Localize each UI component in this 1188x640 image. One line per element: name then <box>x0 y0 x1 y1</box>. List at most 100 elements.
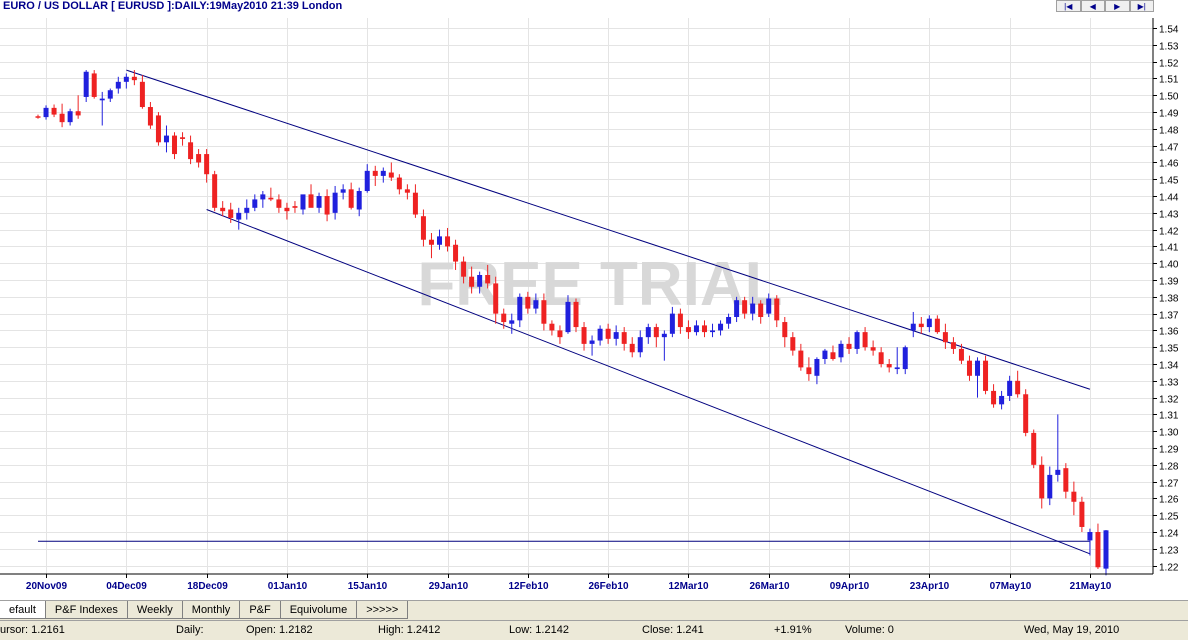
candle-body <box>991 390 997 405</box>
tab-pf[interactable]: P&F <box>240 601 281 619</box>
y-tick-label: 1.43 <box>1159 210 1179 221</box>
candle-body <box>645 327 651 338</box>
candle-body <box>774 298 780 321</box>
x-tick-label: 09Apr10 <box>830 581 870 592</box>
y-tick-label: 1.31 <box>1159 411 1179 422</box>
candle-body <box>766 298 772 314</box>
x-tick-label: 04Dec09 <box>106 581 147 592</box>
candle-body <box>324 196 330 215</box>
previous-page-button[interactable]: ◀ <box>1080 0 1105 12</box>
candle-body <box>814 358 820 376</box>
candle-body <box>999 395 1005 405</box>
candle-body <box>517 296 523 321</box>
candle-body <box>966 360 972 376</box>
candle-body <box>525 296 531 309</box>
candle-body <box>348 189 354 208</box>
y-tick-label: 1.37 <box>1159 311 1179 322</box>
candle-body <box>276 199 282 208</box>
cursor-value: ursor: 1.2161 <box>0 624 65 636</box>
candle-body <box>822 350 828 359</box>
candle-body <box>131 76 137 81</box>
tab-equivolume[interactable]: Equivolume <box>280 601 358 619</box>
candle-body <box>372 170 378 176</box>
candle-body <box>926 318 932 328</box>
candle-body <box>734 300 740 317</box>
x-tick-label: 20Nov09 <box>26 581 68 592</box>
candle-body <box>420 216 426 240</box>
candle-body <box>677 313 683 328</box>
tab-pf-indexes[interactable]: P&F Indexes <box>45 601 128 619</box>
candle-body <box>1071 491 1077 502</box>
candle-body <box>565 301 571 333</box>
candle-body <box>412 192 418 215</box>
period-label: Daily: <box>176 624 204 636</box>
candle-body <box>1103 530 1109 569</box>
tab-default[interactable]: efault <box>0 601 46 619</box>
date-value: Wed, May 19, 2010 <box>1024 624 1120 636</box>
tab-monthly[interactable]: Monthly <box>182 601 241 619</box>
candle-body <box>718 323 724 331</box>
candle-body <box>983 360 989 391</box>
candle-body <box>35 116 41 118</box>
candle-body <box>950 342 956 349</box>
y-tick-label: 1.53 <box>1159 42 1179 53</box>
y-tick-label: 1.41 <box>1159 243 1179 254</box>
y-tick-label: 1.49 <box>1159 109 1179 120</box>
x-tick-label: 15Jan10 <box>348 581 388 592</box>
candle-body <box>204 154 210 175</box>
x-tick-label: 23Apr10 <box>910 581 950 592</box>
candle-body <box>637 337 643 353</box>
candle-body <box>404 189 410 193</box>
candle-body <box>196 154 202 163</box>
x-tick-label: 12Mar10 <box>668 581 708 592</box>
first-page-button[interactable]: |◀ <box>1056 0 1081 12</box>
candle-body <box>469 276 475 287</box>
candle-body <box>589 340 595 344</box>
candle-body <box>621 332 627 344</box>
tab-more[interactable]: >>>>> <box>357 601 409 619</box>
candle-body <box>846 343 852 349</box>
x-tick-label: 12Feb10 <box>508 581 548 592</box>
candle-body <box>1047 474 1053 499</box>
y-tick-label: 1.44 <box>1159 193 1179 204</box>
candle-body <box>107 90 113 99</box>
candle-body <box>308 194 314 208</box>
candle-layer <box>35 70 1109 576</box>
y-tick-label: 1.42 <box>1159 227 1179 238</box>
candle-body <box>918 323 924 328</box>
next-page-button[interactable]: ▶ <box>1105 0 1130 12</box>
candle-body <box>782 322 788 338</box>
candle-body <box>163 135 169 143</box>
candle-body <box>332 192 338 213</box>
candle-body <box>750 303 756 314</box>
y-tick-label: 1.32 <box>1159 395 1179 406</box>
y-tick-label: 1.23 <box>1159 546 1179 557</box>
volume-value: Volume: 0 <box>845 624 894 636</box>
candle-body <box>742 300 748 314</box>
y-tick-label: 1.47 <box>1159 143 1179 154</box>
candle-body <box>1063 468 1069 492</box>
candle-body <box>701 325 707 333</box>
y-tick-label: 1.52 <box>1159 59 1179 70</box>
candle-body <box>605 328 611 339</box>
candle-body <box>139 81 145 108</box>
tab-weekly[interactable]: Weekly <box>127 601 183 619</box>
candle-body <box>123 76 129 82</box>
y-tick-label: 1.22 <box>1159 563 1179 574</box>
candle-body <box>396 177 402 190</box>
y-tick-label: 1.26 <box>1159 495 1179 506</box>
last-page-button[interactable]: ▶| <box>1129 0 1154 12</box>
candle-body <box>1039 464 1045 499</box>
candle-body <box>388 172 394 178</box>
open-value: Open: 1.2182 <box>246 624 313 636</box>
change-value: +1.91% <box>774 624 812 636</box>
candle-body <box>1055 469 1061 475</box>
x-tick-label: 26Feb10 <box>588 581 628 592</box>
x-tick-label: 26Mar10 <box>749 581 789 592</box>
close-value: Close: 1.241 <box>642 624 704 636</box>
candle-body <box>886 364 892 368</box>
candle-body <box>212 174 218 208</box>
candle-body <box>91 73 97 97</box>
candle-body <box>902 347 908 370</box>
price-chart[interactable]: FREE TRIAL 1.541.531.521.511.501.491.481… <box>0 0 1188 600</box>
